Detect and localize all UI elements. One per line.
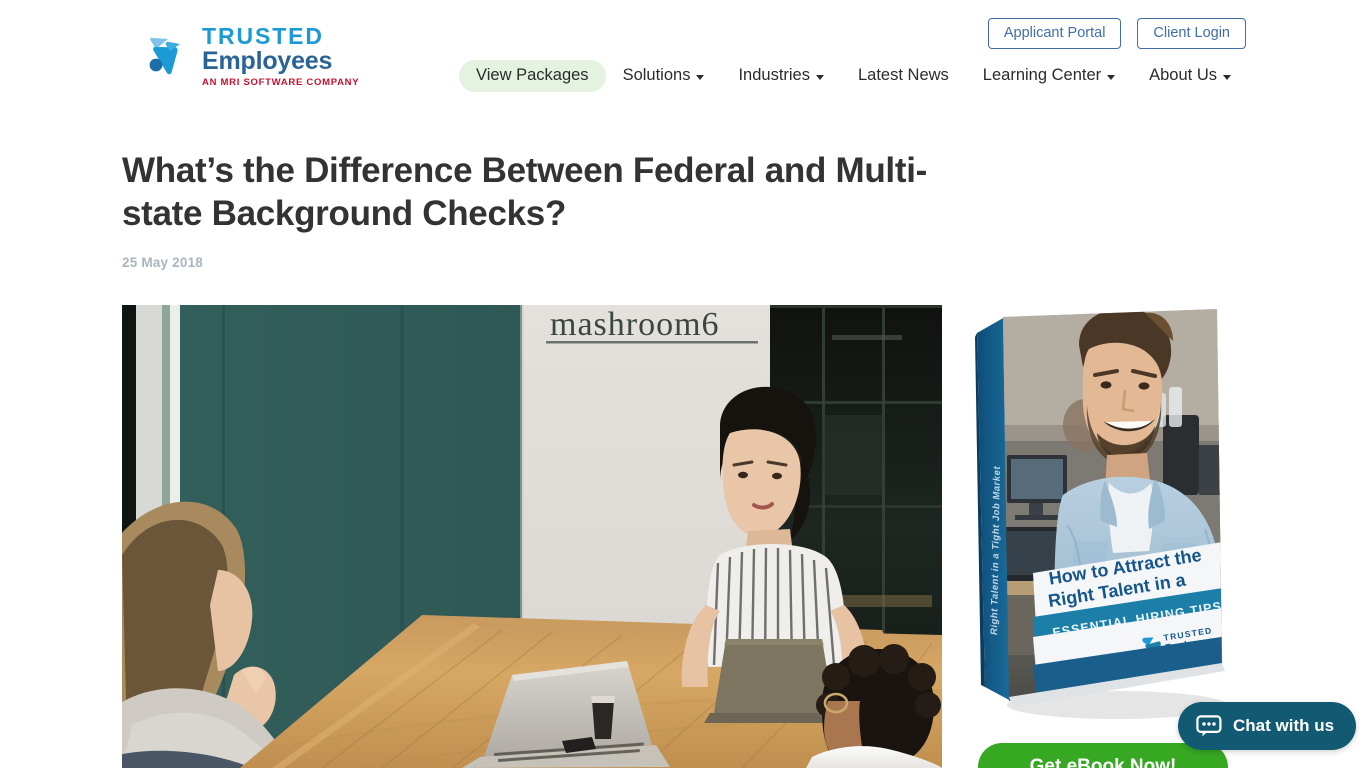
primary-navigation: View Packages Solutions Industries Lates… (459, 60, 1248, 92)
header-account-buttons: Applicant Portal Client Login (987, 18, 1246, 50)
nav-item-learning-center[interactable]: Learning Center (966, 60, 1132, 92)
nav-label: Industries (738, 66, 810, 84)
svg-text:mashroom6: mashroom6 (550, 306, 720, 343)
article-date: 25 May 2018 (122, 255, 204, 271)
site-header: TRUSTED Employees AN MRI SOFTWARE COMPAN… (0, 0, 1366, 110)
applicant-portal-button[interactable]: Applicant Portal (987, 18, 1122, 50)
nav-label: View Packages (476, 66, 589, 84)
logo-line-trusted: TRUSTED (202, 22, 324, 49)
sidebar: Right Talent in a Tight Job Market How t… (967, 305, 1242, 768)
chevron-down-icon (1223, 75, 1231, 80)
logo-wordmark: TRUSTED Employees AN MRI SOFTWARE COMPAN… (202, 22, 360, 88)
ebook-cover-image[interactable]: Right Talent in a Tight Job Market How t… (967, 305, 1242, 723)
client-login-button[interactable]: Client Login (1137, 18, 1246, 50)
nav-item-solutions[interactable]: Solutions (606, 60, 722, 92)
chevron-down-icon (696, 75, 705, 80)
nav-item-view-packages[interactable]: View Packages (459, 60, 606, 92)
nav-item-latest-news[interactable]: Latest News (841, 60, 966, 92)
nav-label: Solutions (622, 66, 691, 84)
chat-with-us-widget[interactable]: Chat with us (1178, 702, 1357, 750)
nav-label: Learning Center (982, 66, 1102, 84)
logo-tagline: AN MRI SOFTWARE COMPANY (202, 76, 360, 88)
article-header: What’s the Difference Between Federal an… (122, 150, 952, 270)
chevron-down-icon (816, 75, 824, 80)
chat-label: Chat with us (1233, 716, 1335, 735)
trusted-employees-logo-icon (143, 32, 191, 80)
logo-line-employees: Employees (202, 46, 333, 75)
nav-label: Latest News (858, 66, 949, 84)
nav-item-industries[interactable]: Industries (721, 60, 841, 92)
chat-bubble-icon (1196, 715, 1222, 737)
page-title: What’s the Difference Between Federal an… (122, 151, 927, 233)
site-logo[interactable]: TRUSTED Employees AN MRI SOFTWARE COMPAN… (143, 20, 368, 92)
article-hero-image: mashroom6 (122, 305, 942, 768)
page-root: TRUSTED Employees AN MRI SOFTWARE COMPAN… (0, 0, 1366, 768)
nav-label: About Us (1149, 66, 1217, 84)
nav-item-about-us[interactable]: About Us (1132, 60, 1248, 92)
chevron-down-icon (1107, 75, 1116, 80)
